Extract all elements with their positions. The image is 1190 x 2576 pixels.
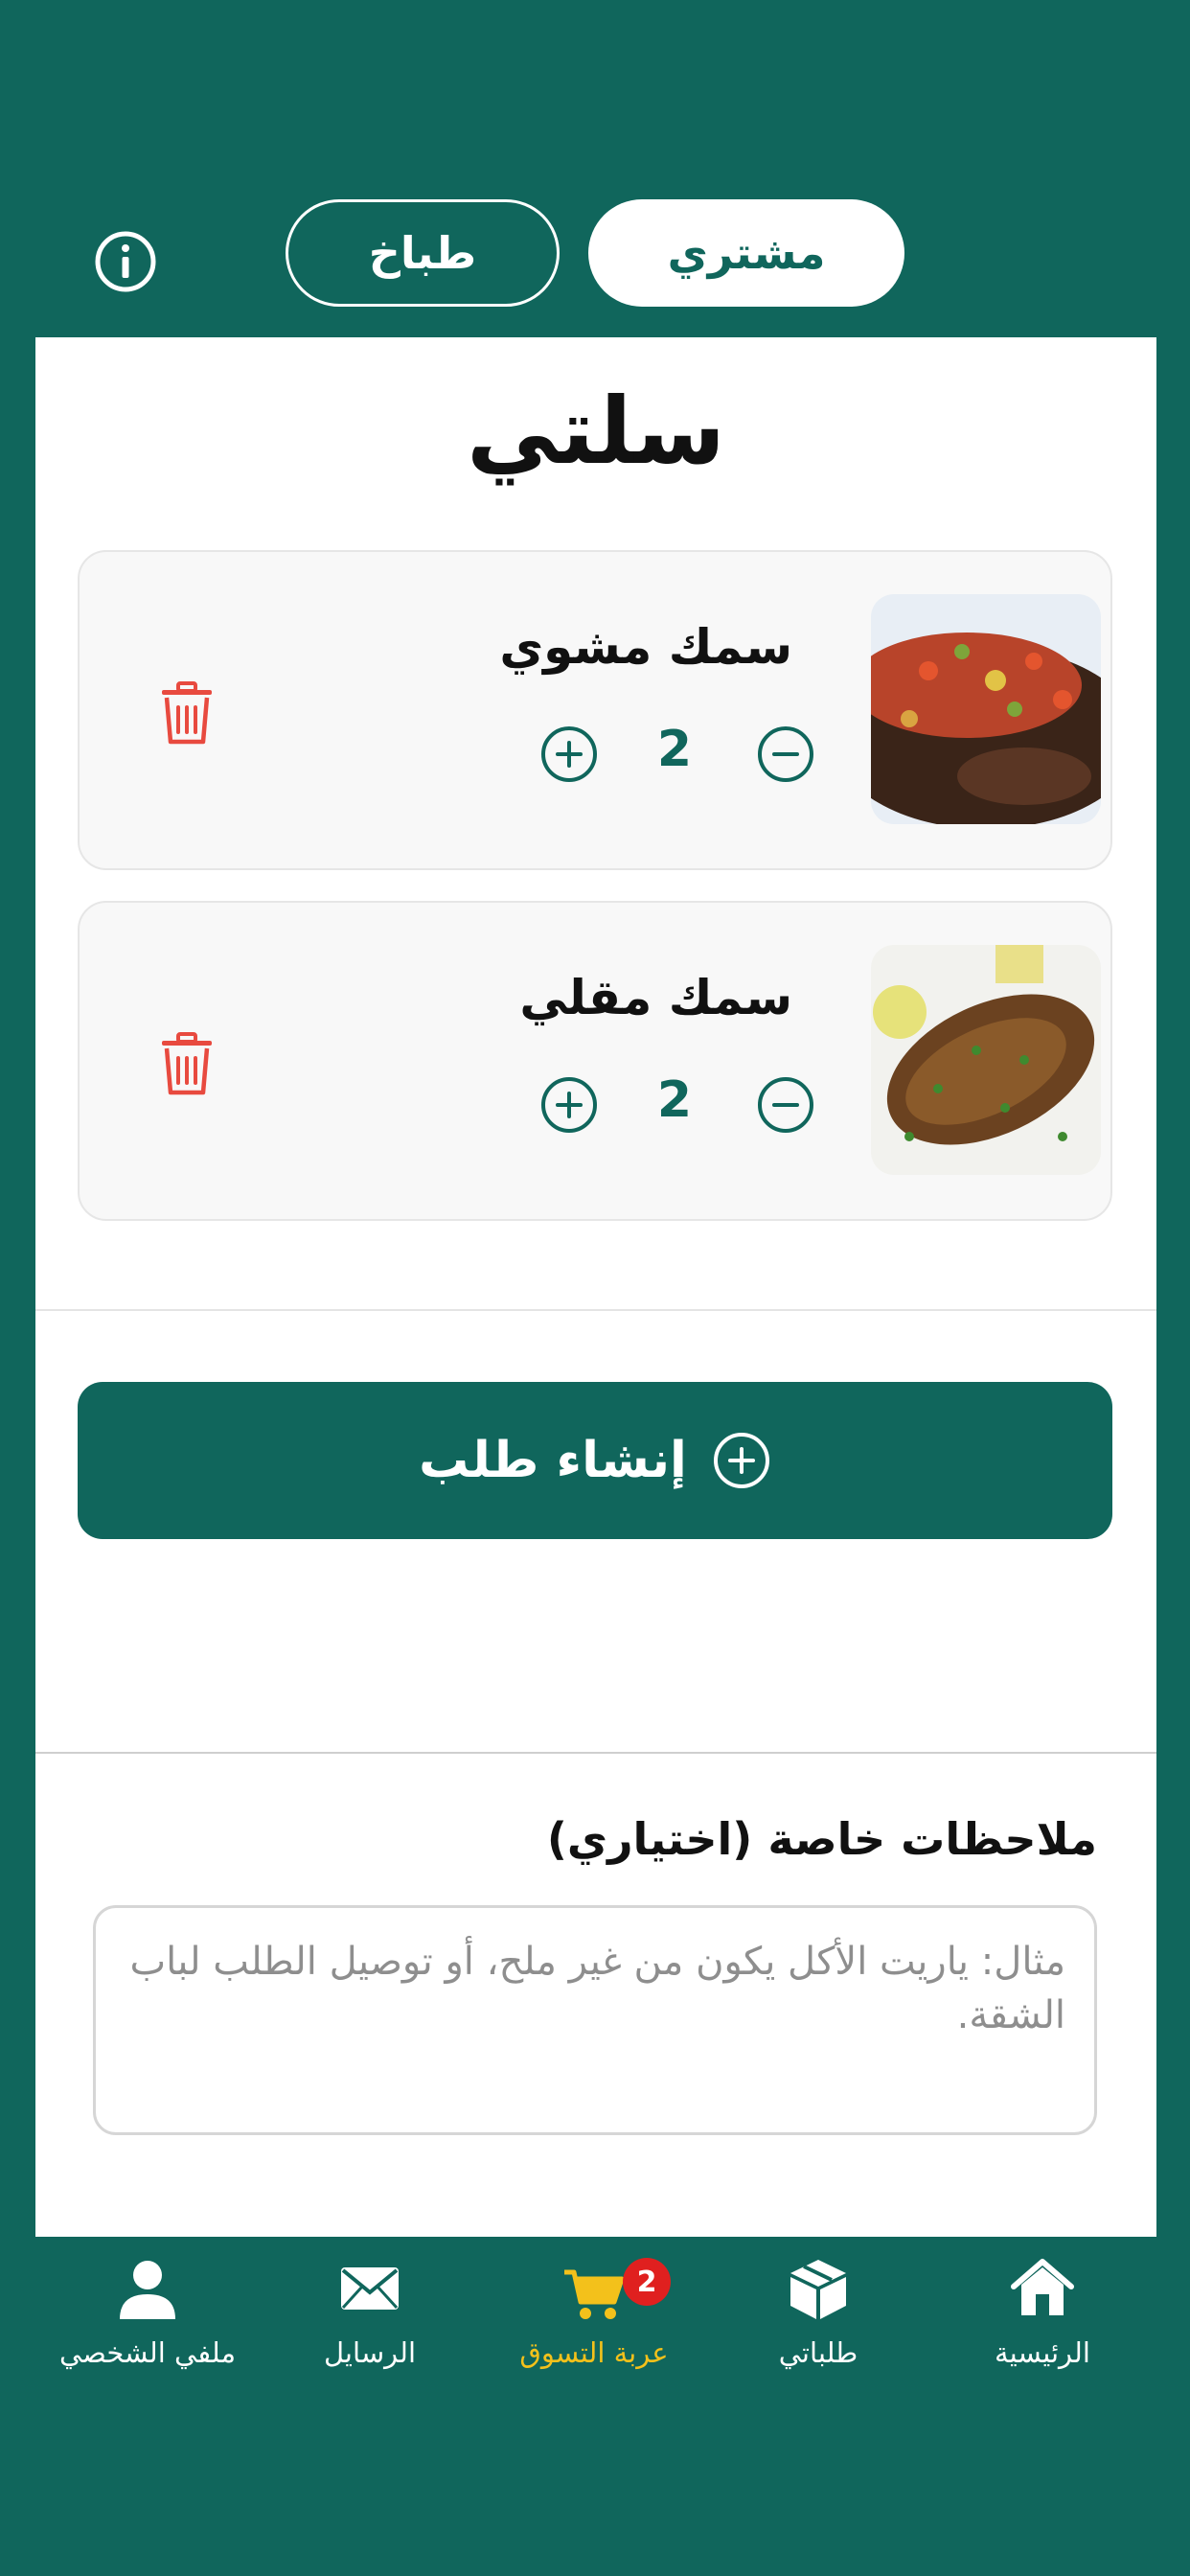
item-name: سمك مشوي [499, 619, 792, 675]
item-image-fried-fish [871, 945, 1101, 1175]
nav-item-cart[interactable]: 2 عربة التسوق [479, 2258, 709, 2382]
cart-sheet: سلتي سمك مشوي 2 سمك مقلي 2 إنشاء طلب ملا… [35, 337, 1156, 2237]
nav-label: ملفي الشخصي [59, 2336, 236, 2369]
delete-item-button[interactable] [158, 680, 216, 746]
item-name: سمك مقلي [519, 970, 792, 1025]
nav-item-profile[interactable]: ملفي الشخصي [33, 2258, 263, 2382]
nav-label: عربة التسوق [519, 2336, 669, 2369]
create-order-button[interactable]: إنشاء طلب [78, 1382, 1112, 1539]
envelope-icon [341, 2267, 399, 2310]
delete-item-button[interactable] [158, 1031, 216, 1096]
notes-input[interactable] [93, 1905, 1097, 2135]
page-title: سلتي [467, 378, 725, 485]
create-order-label: إنشاء طلب [419, 1432, 687, 1489]
cart-icon [564, 2269, 625, 2319]
tab-cook[interactable]: طباخ [286, 199, 560, 307]
nav-label: طلباتي [778, 2336, 858, 2369]
trash-icon [162, 681, 212, 745]
increase-quantity-button[interactable] [539, 1075, 599, 1135]
cart-badge: 2 [623, 2258, 671, 2306]
item-image-grilled-fish [871, 594, 1101, 824]
quantity-value: 2 [656, 1071, 693, 1129]
decrease-quantity-button[interactable] [756, 724, 815, 784]
plus-circle-icon [713, 1433, 769, 1488]
minus-circle-icon [758, 1077, 813, 1133]
nav-label: الرئيسية [995, 2336, 1090, 2369]
info-button[interactable] [92, 228, 159, 295]
box-icon [790, 2260, 846, 2319]
user-icon [120, 2261, 175, 2319]
nav-item-home[interactable]: الرئيسية [927, 2258, 1157, 2382]
trash-icon [162, 1032, 212, 1095]
nav-label: الرسايل [323, 2336, 417, 2369]
tab-buyer[interactable]: مشتري [588, 199, 904, 307]
cart-item-card: سمك مقلي 2 [78, 901, 1112, 1221]
notes-label: ملاحظات خاصة (اختياري) [546, 1813, 1097, 1865]
decrease-quantity-button[interactable] [756, 1075, 815, 1135]
cart-item-card: سمك مشوي 2 [78, 550, 1112, 870]
divider [35, 1309, 1156, 1311]
increase-quantity-button[interactable] [539, 724, 599, 784]
nav-item-messages[interactable]: الرسايل [255, 2258, 485, 2382]
info-circle-icon [95, 231, 156, 292]
nav-item-orders[interactable]: طلباتي [703, 2258, 933, 2382]
plus-circle-icon [541, 726, 597, 782]
divider [35, 1752, 1156, 1754]
home-icon [1011, 2259, 1074, 2315]
plus-circle-icon [541, 1077, 597, 1133]
quantity-value: 2 [656, 721, 693, 778]
minus-circle-icon [758, 726, 813, 782]
